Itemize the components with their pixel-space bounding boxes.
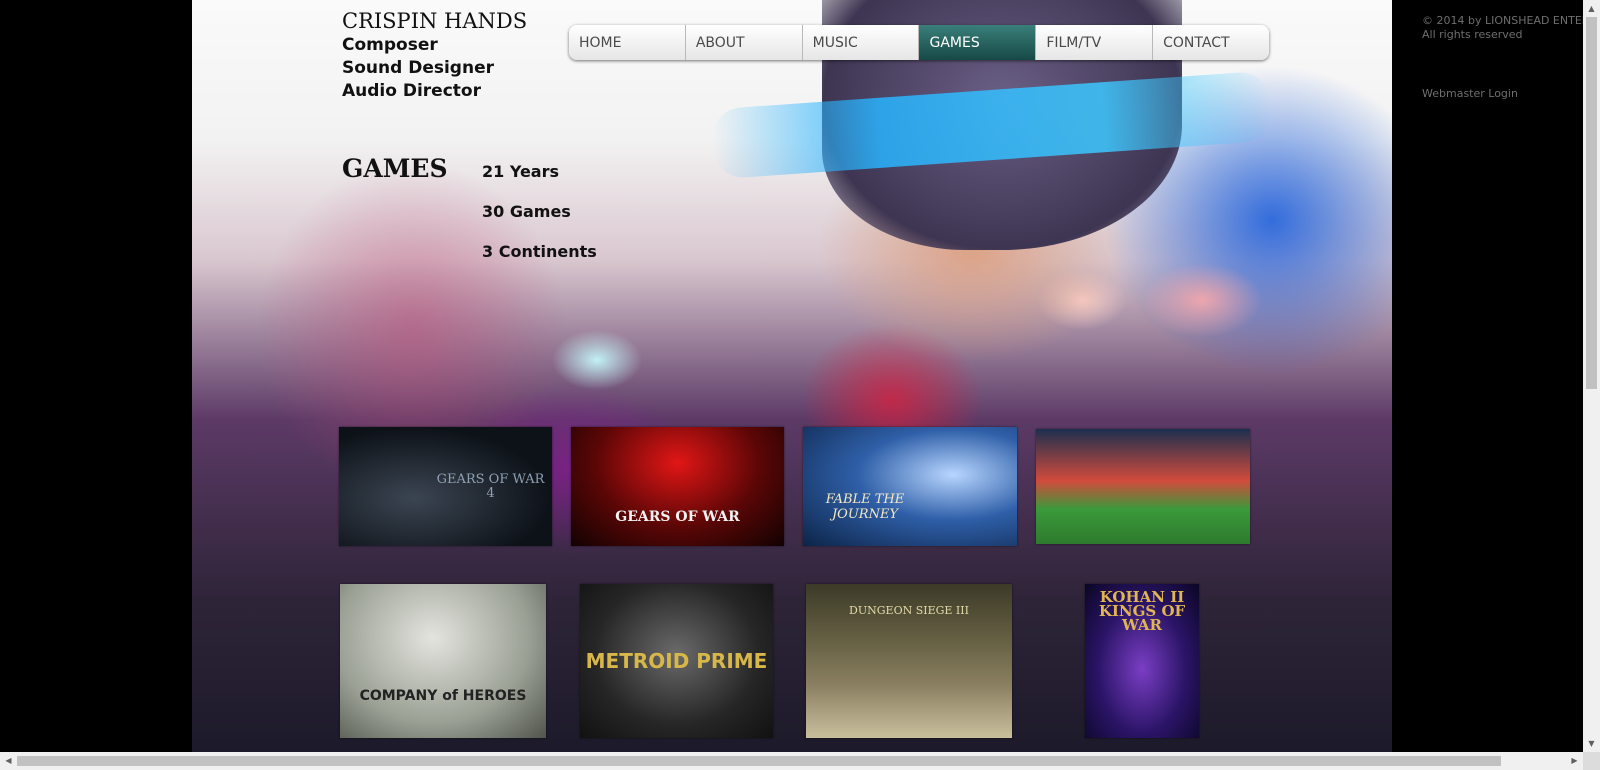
webmaster-login-link[interactable]: Webmaster Login [1422, 87, 1518, 100]
stat-games: 30 Games [482, 202, 571, 221]
game-tile-label: GEARS OF WAR [615, 508, 740, 525]
role-audio-director: Audio Director [342, 81, 481, 101]
scroll-left-arrow-icon[interactable]: ◀ [0, 752, 17, 769]
nav-home[interactable]: HOME [569, 25, 686, 60]
nav-music[interactable]: MUSIC [803, 25, 920, 60]
game-tile-label: METROID PRIME [585, 649, 768, 673]
game-tile-label: FABLE THE JOURNEY [825, 491, 905, 522]
game-tile-label [1139, 483, 1147, 491]
copyright-line-1: © 2014 by LIONSHEAD ENTERTA [1422, 14, 1590, 27]
vertical-scroll-thumb[interactable] [1586, 17, 1597, 389]
scrollbar-corner [1583, 752, 1600, 770]
scroll-up-arrow-icon[interactable]: ▲ [1583, 0, 1600, 17]
game-tile-label: COMPANY of HEROES [359, 688, 527, 704]
game-tile-fable-the-journey[interactable]: FABLE THE JOURNEY [803, 427, 1017, 546]
stat-continents: 3 Continents [482, 242, 597, 261]
game-tile-label: KOHAN II KINGS OF WAR [1098, 588, 1186, 634]
game-tile-gears-of-war-4[interactable]: GEARS OF WAR 4 [339, 427, 552, 546]
footer-copyright: © 2014 by LIONSHEAD ENTERTA All rights r… [1422, 14, 1590, 42]
nav-film-tv[interactable]: FILM/TV [1036, 25, 1154, 60]
page-title: GAMES [342, 154, 448, 183]
game-tile-dungeon-siege-iii[interactable]: DUNGEON SIEGE III [806, 584, 1012, 738]
game-tile-football[interactable] [1036, 429, 1250, 544]
nav-contact[interactable]: CONTACT [1153, 25, 1269, 60]
role-sound-designer: Sound Designer [342, 58, 494, 78]
game-tile-metroid-prime[interactable]: METROID PRIME [580, 584, 773, 738]
site-brand-name[interactable]: CRISPIN HANDS [342, 9, 527, 33]
stat-years: 21 Years [482, 162, 560, 181]
scroll-right-arrow-icon[interactable]: ▶ [1566, 752, 1583, 769]
game-tile-label: GEARS OF WAR 4 [436, 471, 545, 501]
role-list: Composer Sound Designer Audio Director [342, 34, 494, 103]
nav-games[interactable]: GAMES [919, 25, 1037, 60]
scroll-down-arrow-icon[interactable]: ▼ [1583, 735, 1600, 752]
main-nav: HOME ABOUT MUSIC GAMES FILM/TV CONTACT [569, 25, 1269, 60]
stats-list: 21 Years 30 Games 3 Continents [482, 162, 597, 282]
game-tile-company-of-heroes[interactable]: COMPANY of HEROES [340, 584, 546, 738]
game-tile-gears-of-war[interactable]: GEARS OF WAR [571, 427, 784, 546]
vertical-scrollbar[interactable]: ▲ ▼ [1583, 0, 1600, 752]
nav-about[interactable]: ABOUT [686, 25, 803, 60]
copyright-line-2: All rights reserved [1422, 28, 1523, 41]
role-composer: Composer [342, 35, 438, 55]
game-tile-kohan-ii[interactable]: KOHAN II KINGS OF WAR [1085, 584, 1199, 738]
game-tile-label: DUNGEON SIEGE III [849, 604, 969, 617]
horizontal-scroll-thumb[interactable] [17, 756, 1501, 766]
horizontal-scrollbar[interactable]: ◀ ▶ [0, 752, 1583, 770]
